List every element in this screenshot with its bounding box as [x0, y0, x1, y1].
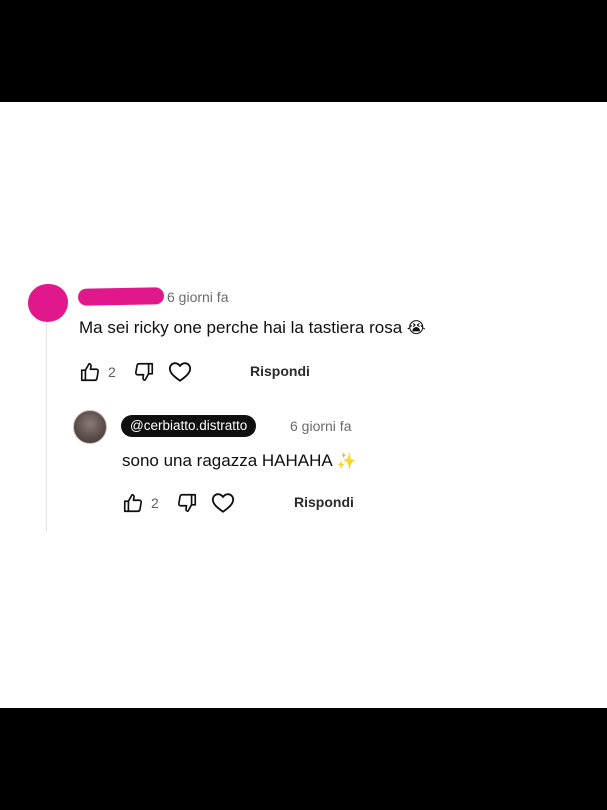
thread-line	[46, 320, 47, 532]
comment-text-line: Ma sei ricky one perche hai la tastiera …	[79, 318, 426, 338]
comment-actions: 2 Rispondi	[78, 358, 378, 386]
comment-text: Ma sei ricky one perche hai la tastiera …	[79, 318, 403, 337]
reply-timestamp: 6 giorni fa	[290, 418, 352, 434]
thumbs-up-icon[interactable]	[121, 491, 145, 515]
thumbs-down-icon[interactable]	[132, 360, 156, 384]
reply-button[interactable]: Rispondi	[250, 363, 310, 379]
heart-icon[interactable]	[211, 491, 235, 515]
heart-icon[interactable]	[168, 360, 192, 384]
avatar[interactable]	[73, 410, 107, 444]
reply-actions: 2 Rispondi	[121, 489, 421, 517]
like-count: 2	[108, 364, 116, 380]
comment-timestamp: 6 giorni fa	[167, 289, 229, 305]
author-name-redacted[interactable]	[77, 287, 165, 306]
reply-text-line: sono una ragazza HAHAHA ✨	[122, 451, 356, 471]
author-handle[interactable]: @cerbiatto.distratto	[121, 415, 257, 437]
like-count: 2	[151, 495, 159, 511]
crying-face-emoji: 😭	[406, 318, 426, 337]
thumbs-up-icon[interactable]	[78, 360, 102, 384]
reply-text: sono una ragazza HAHAHA	[122, 451, 332, 470]
reply-button[interactable]: Rispondi	[294, 494, 354, 510]
comment-panel	[0, 102, 607, 708]
thumbs-down-icon[interactable]	[175, 491, 199, 515]
avatar-redacted[interactable]	[28, 284, 68, 322]
sparkles-emoji: ✨	[336, 451, 357, 470]
